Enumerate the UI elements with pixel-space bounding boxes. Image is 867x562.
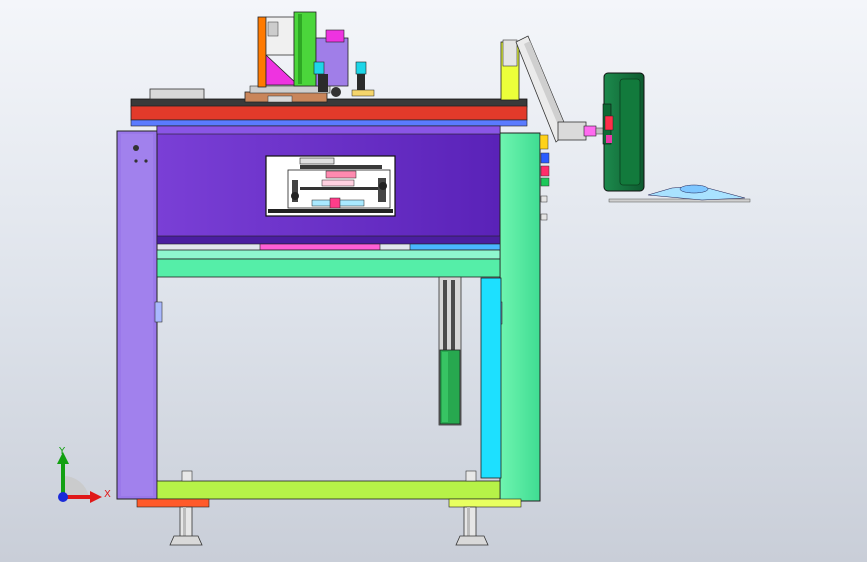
cad-viewport[interactable]: Y X [0,0,867,562]
triad-plane-indicator [63,475,89,497]
y-axis-label: Y [58,446,66,457]
leveling-feet [169,506,489,546]
z-axis-dot [58,492,68,502]
inspection-window [265,155,396,217]
press-module [244,11,375,103]
top-plate [130,88,528,127]
axis-triad: Y X [57,446,111,503]
linear-actuator [438,276,462,426]
x-axis-label: X [104,489,111,500]
base-beam [136,470,522,508]
x-axis-arrowhead [90,491,102,503]
control-panel [602,72,645,192]
assembly-drawing: Y X [57,11,751,546]
left-column [116,130,163,500]
crossbeam [156,249,501,278]
